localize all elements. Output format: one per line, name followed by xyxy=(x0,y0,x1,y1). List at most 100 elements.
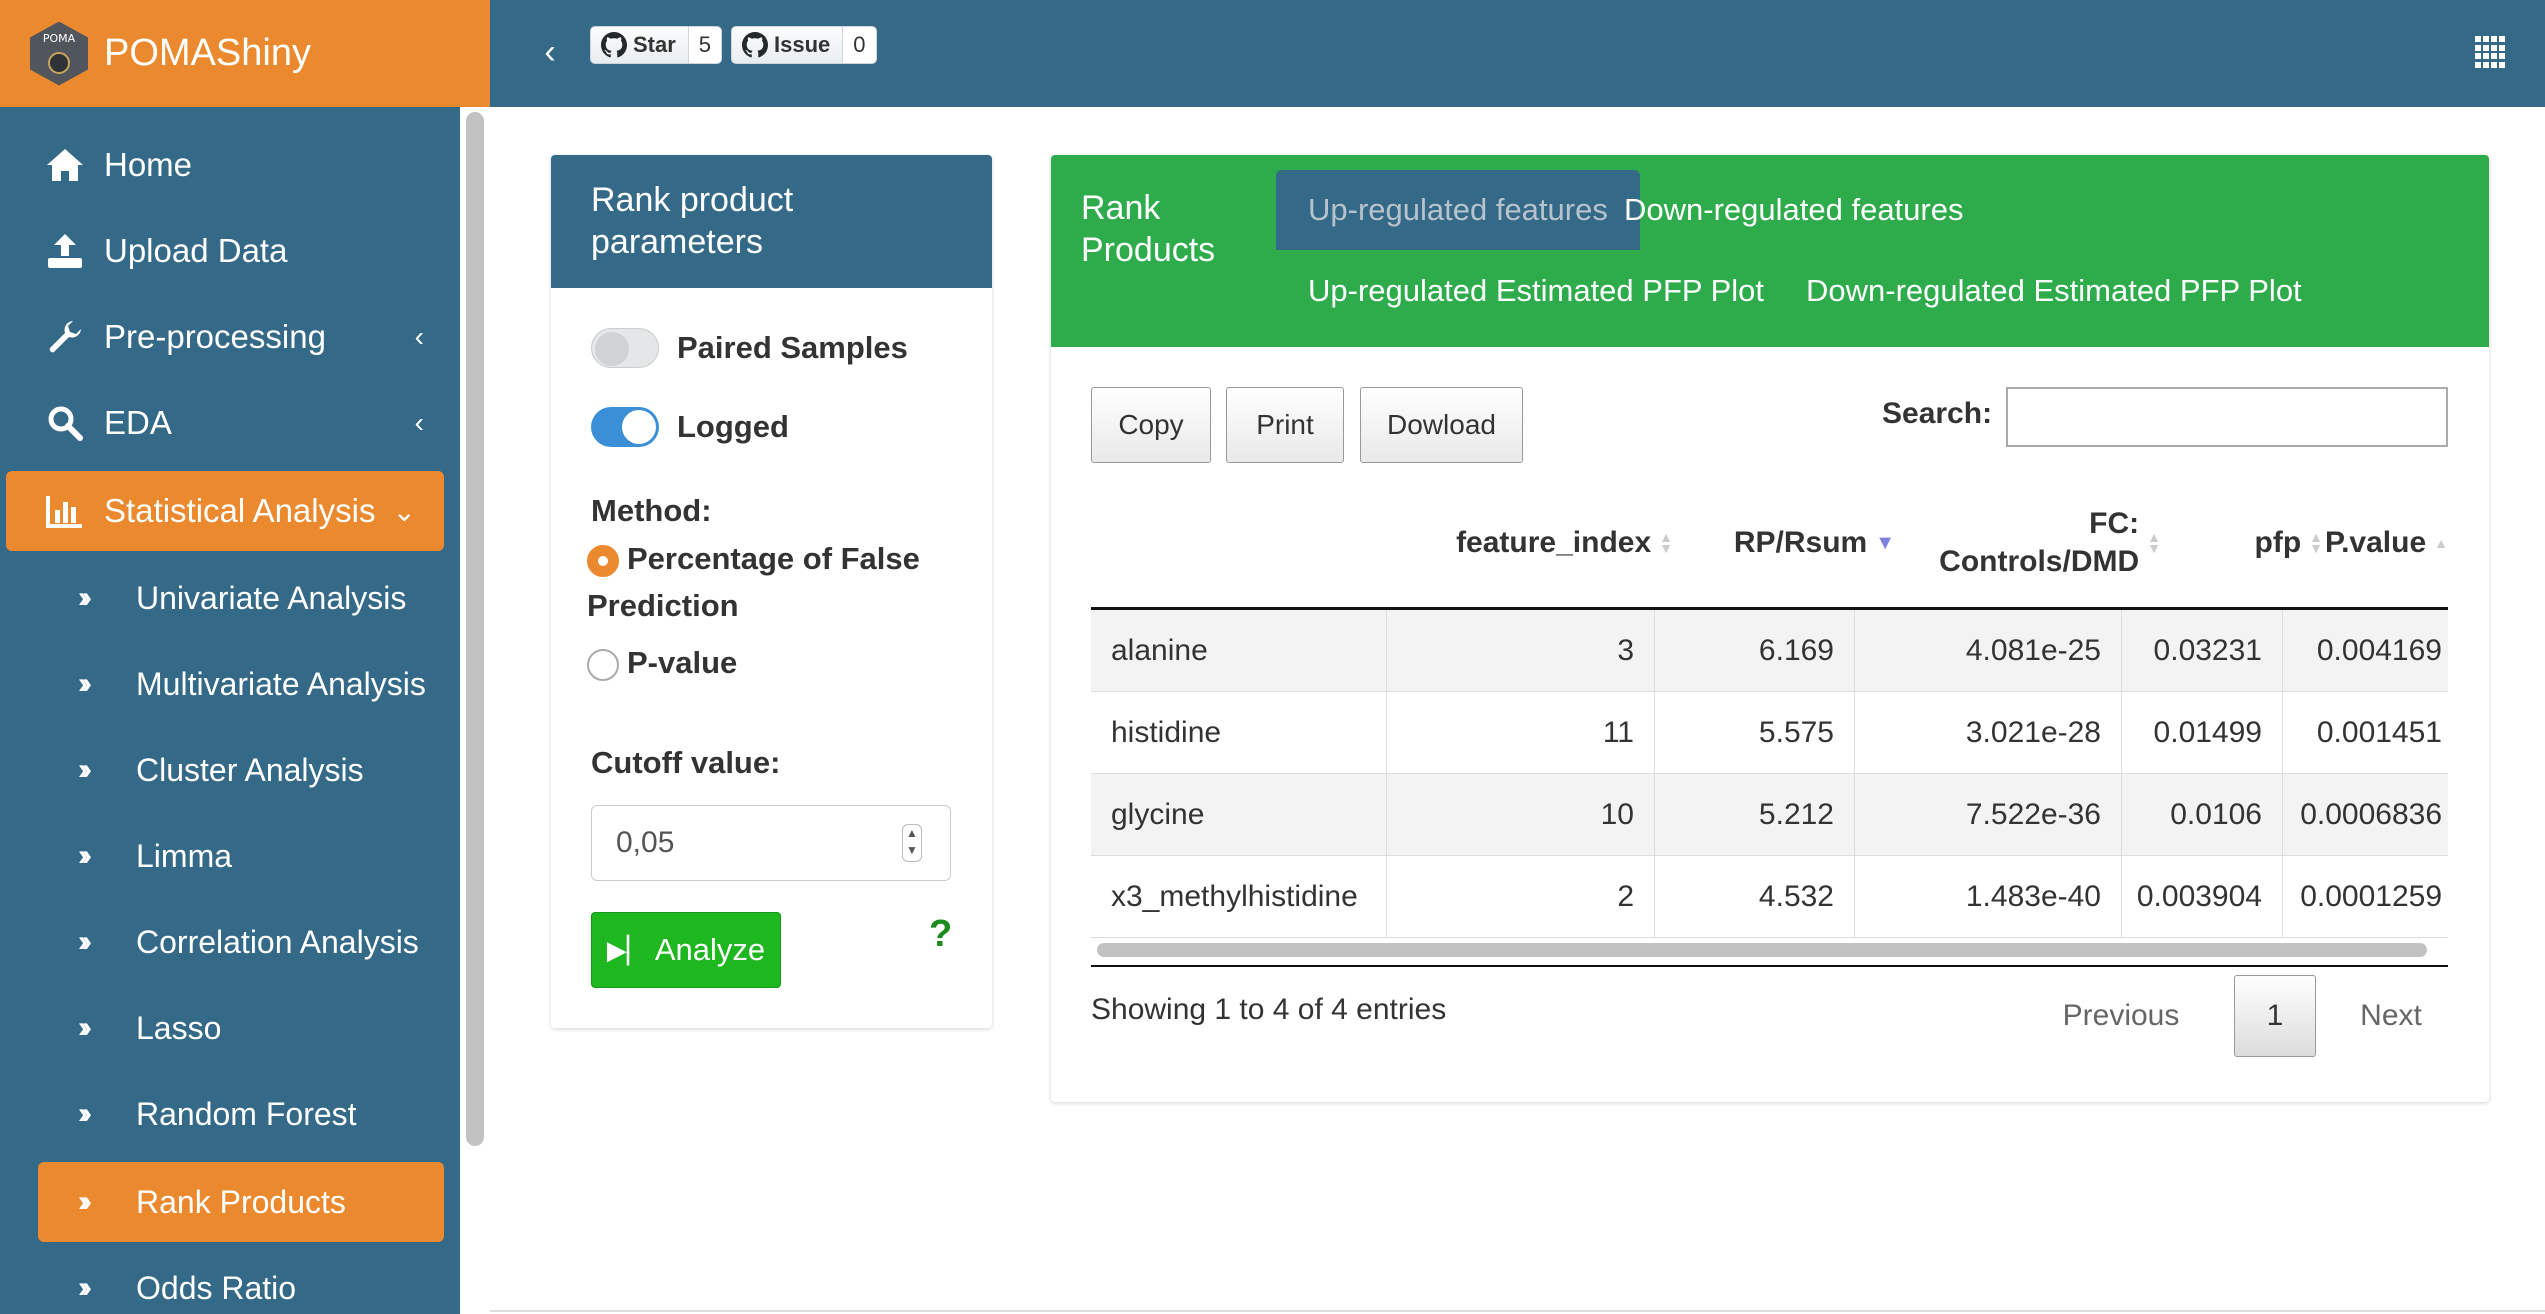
sidebar-item-pre-processing[interactable]: Pre-processing ‹ xyxy=(0,297,460,377)
bar-chart-icon xyxy=(42,494,88,528)
tab-down-regulated-pfp-plot[interactable]: Down-regulated Estimated PFP Plot xyxy=(1774,251,2334,331)
tab-up-regulated-pfp-plot[interactable]: Up-regulated Estimated PFP Plot xyxy=(1276,251,1796,331)
double-chevron-right-icon: ›› xyxy=(78,581,92,614)
sort-icon: ▲ ▼ xyxy=(2147,529,2161,556)
brand[interactable]: POMA POMAShiny xyxy=(0,0,490,107)
sidebar-toggle-chevron-left-icon[interactable]: ‹ xyxy=(528,30,572,74)
paired-samples-row: Paired Samples xyxy=(591,328,908,368)
sidebar-subitem-lasso[interactable]: ›› Lasso xyxy=(0,990,460,1066)
sidebar: Home Upload Data Pre-processing ‹ EDA ‹ … xyxy=(0,107,490,1314)
column-header-pvalue[interactable]: P.value ▲ xyxy=(2325,493,2448,593)
poma-logo: POMA xyxy=(30,21,88,86)
top-navbar: POMA POMAShiny ‹ Star 5 Issue 0 xyxy=(0,0,2545,107)
analyze-button[interactable]: ▶▏ Analyze xyxy=(591,912,781,988)
chevron-left-icon: ‹ xyxy=(414,407,424,438)
column-header-name[interactable] xyxy=(1091,493,1387,593)
double-chevron-right-icon: ›› xyxy=(78,1185,92,1218)
results-header: Rank Products Up-regulated features Down… xyxy=(1051,155,2489,347)
cutoff-input[interactable]: 0,05 ▲ ▼ xyxy=(591,805,951,881)
sort-desc-icon: ▼ xyxy=(1875,531,1895,554)
logged-toggle[interactable] xyxy=(591,407,659,447)
apps-grid-icon[interactable] xyxy=(2475,36,2507,68)
sidebar-subitem-cluster-analysis[interactable]: ›› Cluster Analysis xyxy=(0,732,460,808)
github-star-button[interactable]: Star xyxy=(590,26,689,64)
sort-icon: ▲ ▼ xyxy=(2309,529,2323,556)
paired-samples-label: Paired Samples xyxy=(677,330,908,365)
logged-label: Logged xyxy=(677,409,789,444)
sidebar-item-upload-data[interactable]: Upload Data xyxy=(0,211,460,291)
table-horizontal-scrollbar[interactable] xyxy=(1097,943,2427,957)
pagination-page-1[interactable]: 1 xyxy=(2234,975,2316,1057)
github-star-label: Star xyxy=(633,32,676,57)
home-icon xyxy=(42,147,88,183)
print-button[interactable]: Print xyxy=(1226,387,1344,463)
github-icon xyxy=(601,32,627,58)
github-icon xyxy=(742,32,768,58)
upload-icon xyxy=(42,232,88,270)
download-button[interactable]: Dowload xyxy=(1360,387,1523,463)
sort-icon: ▲ xyxy=(2434,534,2448,551)
double-chevron-right-icon: ›› xyxy=(78,839,92,872)
logged-row: Logged xyxy=(591,407,789,447)
results-title: Rank Products xyxy=(1081,189,1216,269)
sidebar-subitem-univariate-analysis[interactable]: ›› Univariate Analysis xyxy=(0,560,460,636)
github-star-count[interactable]: 5 xyxy=(688,26,723,64)
column-header-pfp[interactable]: pfp ▲ ▼ xyxy=(2171,493,2333,593)
sidebar-item-eda[interactable]: EDA ‹ xyxy=(0,383,460,463)
help-icon[interactable]: ? xyxy=(929,913,952,956)
wrench-icon xyxy=(42,319,88,355)
table-info: Showing 1 to 4 of 4 entries xyxy=(1091,993,1447,1026)
table-row[interactable]: glycine 10 5.212 7.522e-36 0.0106 0.0006… xyxy=(1091,774,2448,856)
github-issue-count[interactable]: 0 xyxy=(843,26,877,64)
double-chevron-right-icon: ›› xyxy=(78,753,92,786)
sidebar-subitem-rank-products[interactable]: ›› Rank Products xyxy=(38,1162,444,1242)
sidebar-item-home[interactable]: Home xyxy=(0,125,460,205)
sort-icon: ▲ ▼ xyxy=(1659,529,1673,556)
tab-up-regulated-features[interactable]: Up-regulated features xyxy=(1276,170,1640,250)
method-option-pfp[interactable]: Percentage of False Prediction xyxy=(587,535,967,629)
github-issue-button[interactable]: Issue xyxy=(731,26,844,64)
pagination-next[interactable]: Next xyxy=(2341,975,2441,1057)
column-header-fc[interactable]: FC: Controls/DMD ▲ ▼ xyxy=(1905,493,2171,593)
sidebar-subitem-multivariate-analysis[interactable]: ›› Multivariate Analysis xyxy=(0,646,460,722)
double-chevron-right-icon: ›› xyxy=(78,667,92,700)
number-stepper[interactable]: ▲ ▼ xyxy=(902,824,922,862)
search-label: Search: xyxy=(1882,397,1993,430)
pagination-previous[interactable]: Previous xyxy=(2051,975,2191,1057)
double-chevron-right-icon: ›› xyxy=(78,1097,92,1130)
sidebar-subitem-odds-ratio[interactable]: ›› Odds Ratio xyxy=(0,1250,460,1314)
sidebar-item-statistical-analysis[interactable]: Statistical Analysis ⌄ xyxy=(6,471,444,551)
github-issue-label: Issue xyxy=(774,32,831,57)
search-icon xyxy=(42,405,88,441)
sidebar-subitem-random-forest[interactable]: ›› Random Forest xyxy=(0,1076,460,1152)
chevron-left-icon: ‹ xyxy=(414,321,424,352)
github-star-badge[interactable]: Star 5 xyxy=(590,26,723,64)
column-header-feature-index[interactable]: feature_index ▲ ▼ xyxy=(1387,493,1683,593)
column-header-rp-rsum[interactable]: RP/Rsum ▼ xyxy=(1683,493,1905,593)
copy-button[interactable]: Copy xyxy=(1091,387,1211,463)
tab-down-regulated-features[interactable]: Down-regulated features xyxy=(1592,170,1995,250)
double-chevron-right-icon: ›› xyxy=(78,925,92,958)
sidebar-scrollbar[interactable] xyxy=(466,112,484,1146)
table-row[interactable]: alanine 3 6.169 4.081e-25 0.03231 0.0041… xyxy=(1091,610,2448,692)
method-option-pvalue[interactable]: P-value xyxy=(587,645,737,681)
params-title: Rank product parameters xyxy=(551,155,992,288)
search-input[interactable] xyxy=(2006,387,2448,447)
sidebar-subitem-limma[interactable]: ›› Limma xyxy=(0,818,460,894)
rank-products-results-box: Rank Products Up-regulated features Down… xyxy=(1051,155,2489,1102)
radio-checked[interactable] xyxy=(587,544,619,577)
github-issue-badge[interactable]: Issue 0 xyxy=(731,26,877,64)
table-row[interactable]: histidine 11 5.575 3.021e-28 0.01499 0.0… xyxy=(1091,692,2448,774)
cutoff-label: Cutoff value: xyxy=(591,745,781,780)
step-forward-icon: ▶▏ xyxy=(606,934,647,965)
double-chevron-right-icon: ›› xyxy=(78,1271,92,1304)
rank-product-parameters-box: Rank product parameters Paired Samples L… xyxy=(551,155,992,1028)
chevron-down-icon: ⌄ xyxy=(392,495,416,527)
table-row[interactable]: x3_methylhistidine 2 4.532 1.483e-40 0.0… xyxy=(1091,856,2448,938)
app-title: POMAShiny xyxy=(104,32,311,74)
double-chevron-right-icon: ›› xyxy=(78,1011,92,1044)
radio-unchecked[interactable] xyxy=(587,648,619,681)
method-label: Method: xyxy=(591,493,712,528)
paired-samples-toggle[interactable] xyxy=(591,328,659,368)
sidebar-subitem-correlation-analysis[interactable]: ›› Correlation Analysis xyxy=(0,904,460,980)
